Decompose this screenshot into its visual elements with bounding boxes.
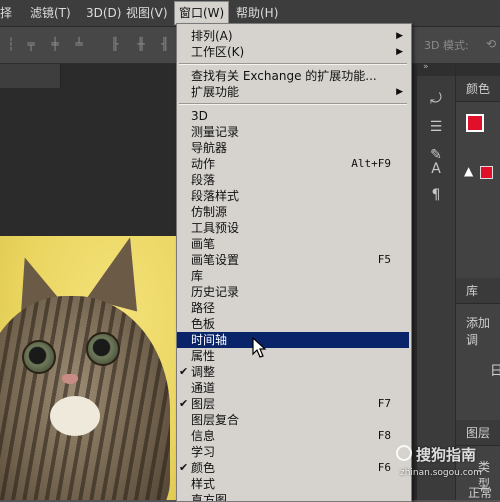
menu-item-navigator[interactable]: 导航器 [177, 140, 409, 156]
watermark-url: zhinan.sogou.com [400, 468, 482, 478]
3d-mode-label: 3D 模式: [424, 39, 469, 52]
submenu-arrow-icon: ▶ [396, 47, 403, 57]
cat-eye-right [86, 332, 120, 366]
menu-item-paragraph[interactable]: 段落 [177, 172, 409, 188]
menu-item-actions[interactable]: 动作 Alt+F9 [177, 156, 409, 172]
menu-item-layers[interactable]: ✔ 图层 F7 [177, 396, 409, 412]
menu-item-clone-source[interactable]: 仿制源 [177, 204, 409, 220]
menu-item-workspace[interactable]: 工作区(K) ▶ [177, 44, 409, 60]
menu-item-styles[interactable]: 样式 [177, 476, 409, 492]
menu-separator [179, 63, 407, 65]
menu-item-timeline[interactable]: 时间轴 [177, 332, 409, 348]
adjustments-panel-icon[interactable]: ☰ [425, 116, 447, 138]
menu-item-properties[interactable]: 属性 [177, 348, 409, 364]
collapsed-panel-strip: » ⤾ ☰ ✎ A ¶ [416, 62, 455, 500]
separator-icon: ┆ [7, 37, 15, 51]
menu-item-brush-settings[interactable]: 画笔设置 F5 [177, 252, 409, 268]
align-right-icon[interactable]: ╢ [158, 37, 172, 51]
cursor-arrow-icon [252, 337, 266, 358]
menu-view[interactable]: 视图(V) [126, 0, 168, 26]
tab-library[interactable]: 库 [456, 278, 500, 304]
align-hcenter-icon[interactable]: ╫ [134, 37, 148, 51]
menu-item-info[interactable]: 信息 F8 [177, 428, 409, 444]
adjustments-add-text: 添加调 [466, 316, 491, 347]
check-icon: ✔ [179, 365, 189, 378]
paragraph-icon[interactable]: ¶ [425, 184, 447, 206]
type-icon[interactable]: A [425, 158, 447, 180]
menu-separator [179, 103, 407, 105]
align-top-icon[interactable]: ╤ [24, 37, 38, 51]
menu-item-paragraph-styles[interactable]: 段落样式 [177, 188, 409, 204]
menu-item-color[interactable]: ✔ 颜色 F6 [177, 460, 409, 476]
menu-select[interactable]: 择 [0, 0, 12, 26]
submenu-arrow-icon: ▶ [396, 31, 403, 41]
check-icon: ✔ [179, 461, 189, 474]
menu-item-find-exchange[interactable]: 查找有关 Exchange 的扩展功能... [177, 68, 409, 84]
watermark: 搜狗指南 zhinan.sogou.com [396, 444, 500, 484]
window-menu-dropdown: 排列(A) ▶ 工作区(K) ▶ 查找有关 Exchange 的扩展功能... … [176, 23, 412, 502]
align-bottom-icon[interactable]: ╧ [72, 37, 86, 51]
menu-item-channels[interactable]: 通道 [177, 380, 409, 396]
kitten-photo [0, 236, 190, 500]
menu-item-brushes[interactable]: 画笔 [177, 236, 409, 252]
tab-color[interactable]: 颜色 [456, 76, 500, 102]
menu-item-paths[interactable]: 路径 [177, 300, 409, 316]
cat-eye-left [22, 340, 56, 374]
menu-item-layer-comps[interactable]: 图层复合 [177, 412, 409, 428]
menu-item-measurement-log[interactable]: 测量记录 [177, 124, 409, 140]
warning-icon: ▲ [464, 164, 474, 178]
align-vcenter-icon[interactable]: ╪ [48, 37, 62, 51]
watermark-brand: 搜狗指南 [416, 446, 477, 464]
panel-strip-header: » [417, 62, 455, 76]
gamut-swatch[interactable] [480, 166, 493, 179]
menu-item-swatches[interactable]: 色板 [177, 316, 409, 332]
align-left-icon[interactable]: ╟ [108, 37, 122, 51]
history-panel-icon[interactable]: ⤾ [425, 88, 447, 110]
menu-item-extensions[interactable]: 扩展功能 ▶ [177, 84, 409, 100]
menu-item-libraries[interactable]: 库 [177, 268, 409, 284]
tab-layers[interactable]: 图层 [456, 420, 500, 446]
docked-panels: 颜色 ▲ 库 添加调 日 图层 类型 正常 [455, 64, 500, 500]
collapse-arrows-icon[interactable]: » [423, 62, 429, 72]
sogou-logo-icon [396, 445, 412, 461]
blend-mode-select[interactable]: 正常 [468, 484, 492, 501]
3d-orbit-icon[interactable]: ⟲ [484, 37, 498, 51]
menu-item-arrange[interactable]: 排列(A) ▶ [177, 28, 409, 44]
cat-chin [50, 396, 100, 436]
menu-item-tool-presets[interactable]: 工具预设 [177, 220, 409, 236]
foreground-color-swatch[interactable] [466, 114, 484, 132]
submenu-arrow-icon: ▶ [396, 87, 403, 97]
menu-filter[interactable]: 滤镜(T) [30, 0, 71, 26]
document-tab[interactable] [0, 64, 61, 88]
menu-window[interactable]: 窗口(W) [174, 1, 230, 25]
panel-partial-icon: 日 [490, 364, 500, 379]
menu-item-learn[interactable]: 学习 [177, 444, 409, 460]
menu-item-histogram[interactable]: 直方图 [177, 492, 409, 501]
menu-3d[interactable]: 3D(D) [86, 0, 121, 26]
menu-item-history[interactable]: 历史记录 [177, 284, 409, 300]
menu-item-3d[interactable]: 3D [177, 108, 409, 124]
cat-nose [62, 374, 78, 384]
check-icon: ✔ [179, 397, 189, 410]
panel-header [456, 64, 500, 76]
menu-item-adjustments[interactable]: ✔ 调整 [177, 364, 409, 380]
